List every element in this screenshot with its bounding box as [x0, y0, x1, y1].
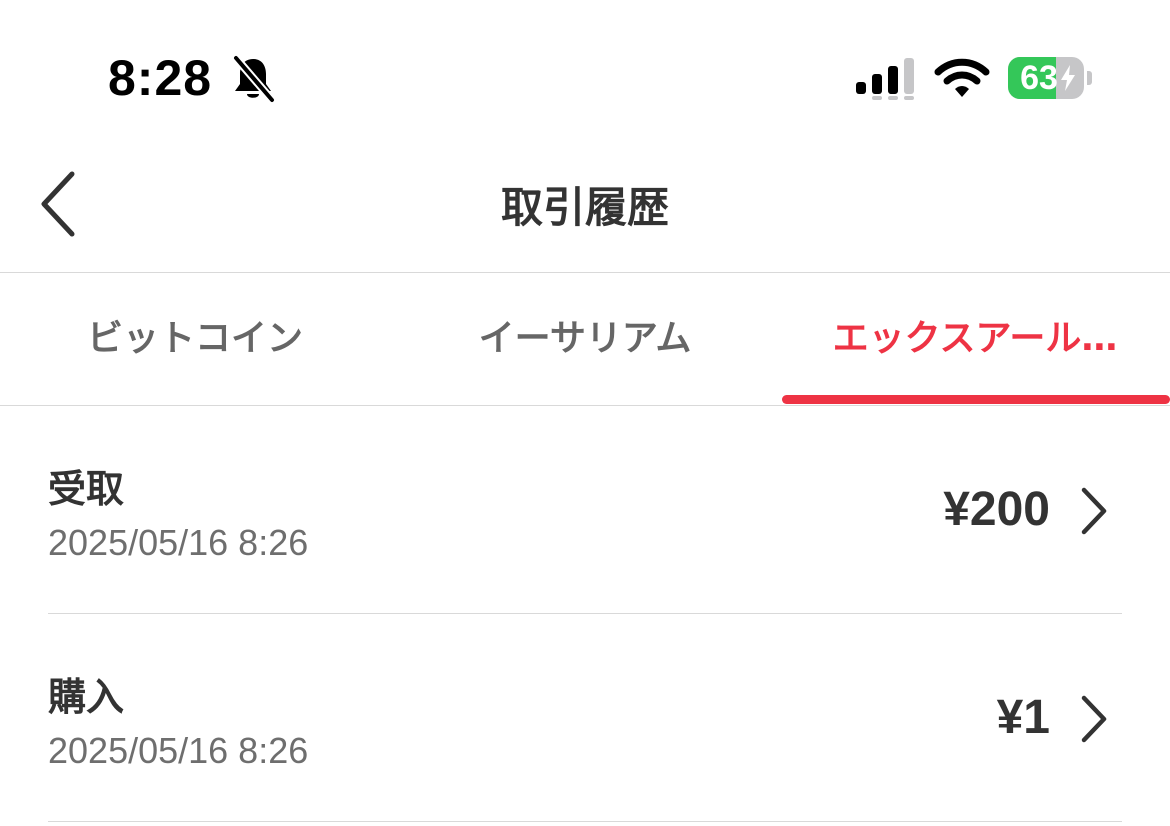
status-bar: 8:28 63	[0, 0, 1170, 140]
nav-bar: 取引履歴	[0, 140, 1170, 273]
cellular-signal-icon	[856, 58, 914, 100]
transaction-row[interactable]: 受取 2025/05/16 8:26 ¥200	[48, 406, 1122, 614]
transaction-amount: ¥1	[996, 691, 1050, 744]
chevron-right-icon	[1081, 695, 1107, 743]
transaction-type: 購入	[48, 675, 125, 719]
tab-ethereum[interactable]: イーサリアム	[390, 273, 780, 405]
tab-xrp[interactable]: エックスアール…	[780, 273, 1170, 405]
transaction-amount: ¥200	[943, 483, 1050, 536]
chevron-right-icon	[1081, 487, 1107, 535]
transaction-date: 2025/05/16 8:26	[48, 522, 309, 563]
tab-bar: ビットコイン イーサリアム エックスアール…	[0, 273, 1170, 406]
status-time: 8:28	[108, 50, 213, 106]
transaction-type: 受取	[48, 467, 125, 511]
transaction-date: 2025/05/16 8:26	[48, 730, 309, 771]
bell-slash-icon	[232, 54, 276, 104]
battery-cap	[1087, 71, 1092, 85]
battery-indicator: 63	[1008, 57, 1094, 99]
page-title: 取引履歴	[500, 183, 669, 232]
wifi-icon	[934, 58, 990, 97]
tab-bitcoin[interactable]: ビットコイン	[0, 273, 390, 405]
active-tab-indicator	[782, 395, 1170, 404]
transaction-row[interactable]: 購入 2025/05/16 8:26 ¥1	[48, 614, 1122, 822]
charging-bolt-icon	[1061, 65, 1075, 91]
